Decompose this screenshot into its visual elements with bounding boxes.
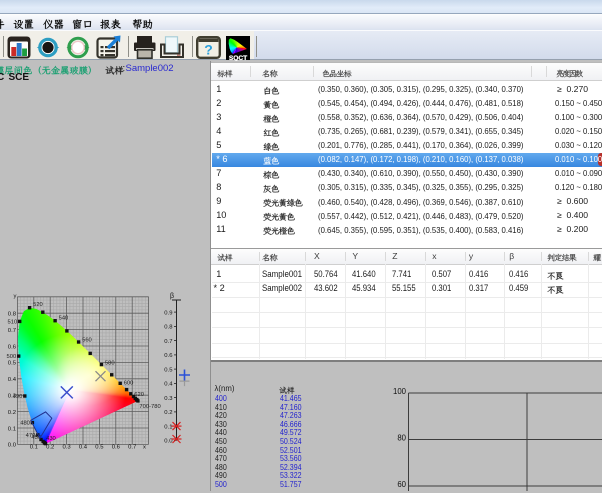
svg-text:0.9: 0.9 — [164, 310, 172, 316]
svg-text:0.5: 0.5 — [95, 444, 104, 450]
svg-text:0.3: 0.3 — [164, 396, 173, 402]
svg-text:0.1: 0.1 — [30, 444, 38, 450]
svg-text:0.6: 0.6 — [8, 344, 17, 350]
svg-text:0.5: 0.5 — [8, 361, 17, 367]
svg-text:0.1: 0.1 — [164, 424, 172, 430]
svg-text:y: y — [14, 293, 17, 299]
svg-text:0.1: 0.1 — [8, 426, 16, 432]
svg-text:0.7: 0.7 — [128, 444, 136, 450]
svg-text:0.7: 0.7 — [164, 339, 172, 345]
svg-text:520: 520 — [33, 302, 43, 308]
svg-text:0.0: 0.0 — [8, 443, 17, 449]
svg-text:0.6: 0.6 — [164, 353, 173, 359]
svg-text:0.2: 0.2 — [164, 410, 172, 416]
svg-text:60: 60 — [397, 480, 406, 489]
svg-text:0.7: 0.7 — [8, 328, 16, 334]
svg-text:0.8: 0.8 — [164, 325, 173, 331]
svg-text:0.8: 0.8 — [8, 312, 17, 318]
svg-text:0.4: 0.4 — [79, 444, 88, 450]
svg-text:500: 500 — [7, 354, 17, 360]
svg-text:100: 100 — [393, 387, 407, 396]
svg-text:SQCT: SQCT — [229, 54, 247, 60]
svg-text:?: ? — [204, 42, 213, 58]
svg-text:490: 490 — [13, 394, 23, 400]
svg-text:600: 600 — [124, 380, 134, 386]
svg-text:580: 580 — [105, 361, 115, 367]
svg-text:0.2: 0.2 — [46, 444, 54, 450]
svg-text:80: 80 — [397, 433, 406, 442]
svg-text:430: 430 — [46, 436, 56, 442]
svg-text:0.2: 0.2 — [8, 410, 16, 416]
svg-text:620: 620 — [134, 392, 144, 398]
svg-text:0.6: 0.6 — [112, 444, 121, 450]
svg-text:0.5: 0.5 — [164, 367, 173, 373]
svg-text:x: x — [143, 444, 146, 450]
svg-text:510: 510 — [8, 319, 18, 325]
svg-text:700-780: 700-780 — [139, 404, 160, 410]
svg-text:560: 560 — [82, 338, 92, 344]
svg-text:480: 480 — [20, 421, 30, 427]
svg-text:540: 540 — [59, 316, 69, 322]
svg-text:0.4: 0.4 — [8, 377, 17, 383]
svg-text:0.4: 0.4 — [164, 382, 173, 388]
svg-text:0.0: 0.0 — [164, 439, 173, 445]
svg-text:β: β — [170, 293, 174, 300]
svg-text:0.3: 0.3 — [62, 444, 71, 450]
